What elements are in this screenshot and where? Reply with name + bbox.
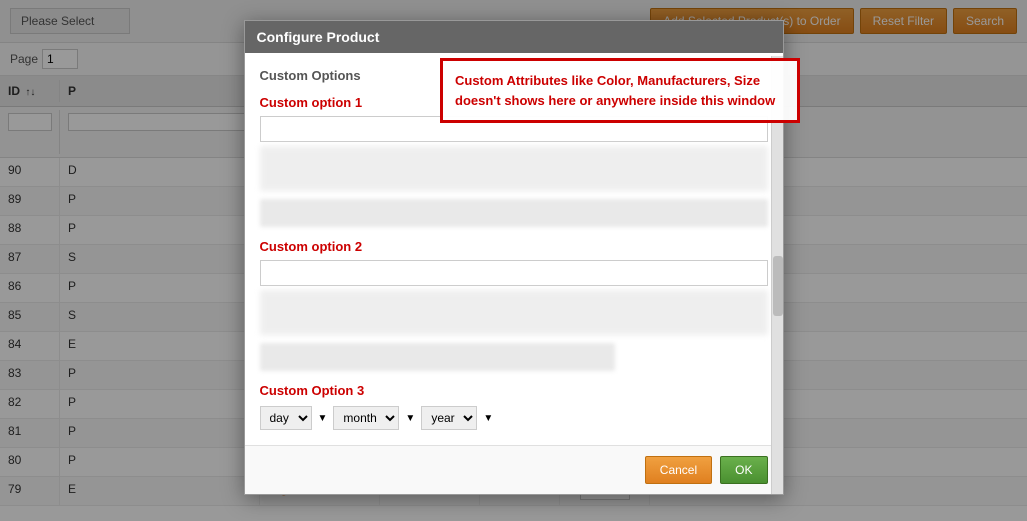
year-dropdown[interactable]: year <box>421 406 477 430</box>
month-dropdown[interactable]: month <box>333 406 399 430</box>
month-arrow-icon: ▼ <box>405 413 415 424</box>
modal-title: Configure Product <box>245 21 783 53</box>
year-arrow-icon: ▼ <box>483 413 493 424</box>
cancel-button[interactable]: Cancel <box>645 456 712 484</box>
custom-option-3-label: Custom Option 3 <box>260 383 768 398</box>
modal-scroll-thumb <box>773 256 783 316</box>
blurred-content-1 <box>260 146 768 191</box>
custom-option-2-input[interactable] <box>260 260 768 286</box>
callout-text: Custom Attributes like Color, Manufactur… <box>455 73 775 108</box>
date-selector-row: day ▼ month ▼ year ▼ <box>260 406 768 430</box>
blurred-content-2 <box>260 199 768 227</box>
blurred-content-4 <box>260 343 616 371</box>
custom-option-2-label: Custom option 2 <box>260 239 768 254</box>
day-arrow-icon: ▼ <box>318 413 328 424</box>
ok-button[interactable]: OK <box>720 456 767 484</box>
modal-footer: Cancel OK <box>245 445 783 494</box>
day-dropdown[interactable]: day <box>260 406 312 430</box>
callout-warning-box: Custom Attributes like Color, Manufactur… <box>440 58 800 123</box>
blurred-content-3 <box>260 290 768 335</box>
